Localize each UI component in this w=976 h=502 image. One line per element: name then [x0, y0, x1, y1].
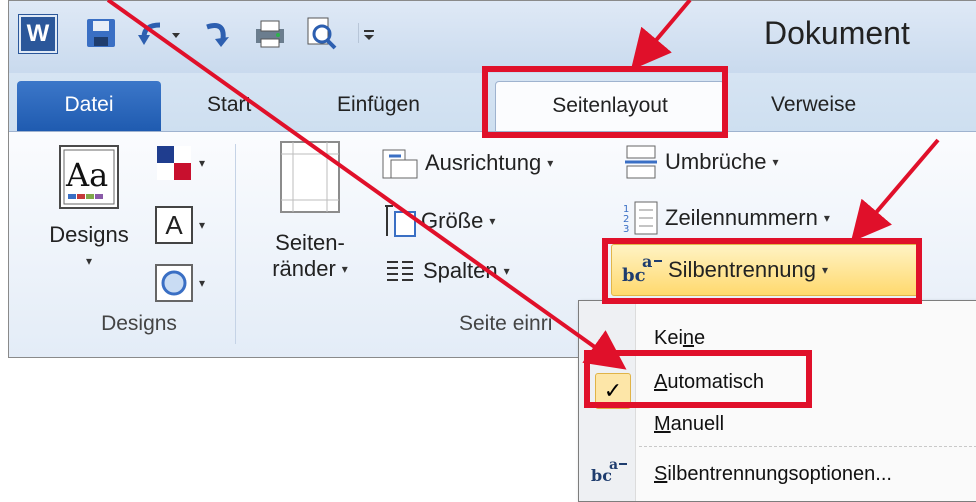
- designs-button-label: Designs: [49, 222, 129, 247]
- hyphenation-options-icon: bc a: [591, 457, 627, 485]
- tab-references[interactable]: Verweise: [771, 81, 856, 131]
- highlight-box-hyphenation-button: [602, 238, 922, 304]
- word-logo-icon[interactable]: W: [19, 15, 57, 53]
- document-title: Dokument: [764, 15, 910, 51]
- theme-colors-button[interactable]: ▾: [155, 144, 205, 182]
- chevron-down-icon: ▾: [503, 264, 510, 278]
- columns-icon: [387, 261, 413, 281]
- columns-label: Spalten: [423, 258, 498, 283]
- chevron-down-icon: ▾: [772, 155, 779, 169]
- breaks-icon: [625, 145, 657, 179]
- chevron-down-icon: ▾: [199, 156, 206, 170]
- margins-icon: [280, 141, 340, 213]
- chevron-down-icon: ▾: [489, 214, 496, 228]
- theme-colors-icon: [157, 146, 191, 180]
- chevron-down-icon: ▾: [823, 211, 830, 225]
- line-numbers-label: Zeilennummern: [665, 205, 818, 230]
- chevron-down-icon: ▾: [341, 262, 348, 276]
- print-preview-icon[interactable]: [301, 15, 341, 51]
- orientation-icon: [382, 149, 418, 179]
- highlight-box-page-layout-tab: [482, 66, 728, 138]
- redo-icon[interactable]: [195, 15, 235, 51]
- menu-item-manual[interactable]: Manuell: [654, 413, 724, 436]
- designs-button[interactable]: Aa Designs ▾: [37, 144, 141, 294]
- save-icon[interactable]: [81, 15, 121, 51]
- theme-fonts-button[interactable]: A ▾: [155, 206, 205, 244]
- group-separator: [235, 144, 236, 344]
- size-label: Größe: [421, 208, 484, 233]
- menu-item-none[interactable]: Keine: [654, 327, 705, 350]
- designs-icon: Aa: [59, 145, 119, 209]
- margins-label-line2: ränder: [272, 256, 336, 281]
- chevron-down-icon: ▾: [547, 156, 554, 170]
- undo-icon[interactable]: [137, 15, 183, 51]
- line-numbers-button[interactable]: 1 2 3 Zeilennummern ▾: [623, 200, 830, 236]
- tab-insert[interactable]: Einfügen: [337, 81, 420, 131]
- theme-fonts-icon: A: [155, 206, 193, 244]
- size-button[interactable]: Größe ▾: [385, 204, 495, 238]
- tab-start[interactable]: Start: [207, 81, 251, 131]
- orientation-label: Ausrichtung: [425, 150, 542, 175]
- size-icon: [385, 205, 416, 237]
- svg-text:Aa: Aa: [65, 156, 108, 194]
- menu-separator: [639, 446, 976, 447]
- theme-effects-icon: [155, 264, 193, 302]
- breaks-label: Umbrüche: [665, 149, 767, 174]
- line-numbers-icon: 1 2 3: [623, 201, 658, 235]
- svg-text:3: 3: [623, 224, 629, 235]
- margins-label-line1: Seiten-: [275, 230, 345, 255]
- quick-print-icon[interactable]: [249, 15, 291, 51]
- chevron-down-icon: ▾: [199, 218, 206, 232]
- menu-item-hyphenation-options[interactable]: Silbentrennungsoptionen...: [654, 463, 892, 486]
- breaks-button[interactable]: Umbrüche ▾: [623, 144, 779, 180]
- quick-access-toolbar: W Dokument: [9, 1, 976, 73]
- svg-text:a: a: [609, 457, 618, 473]
- designs-group-label: Designs: [101, 312, 177, 335]
- theme-effects-button[interactable]: ▾: [155, 264, 205, 302]
- orientation-button[interactable]: Ausrichtung ▾: [381, 146, 553, 180]
- customize-toolbar-icon[interactable]: [353, 15, 383, 51]
- tab-file[interactable]: Datei: [17, 81, 161, 131]
- margins-button[interactable]: Seiten- ränder ▾: [255, 140, 365, 300]
- chevron-down-icon: ▾: [199, 276, 206, 290]
- columns-button[interactable]: Spalten ▾: [385, 258, 510, 284]
- highlight-box-automatic-item: [584, 350, 812, 408]
- chevron-down-icon: ▾: [85, 254, 93, 268]
